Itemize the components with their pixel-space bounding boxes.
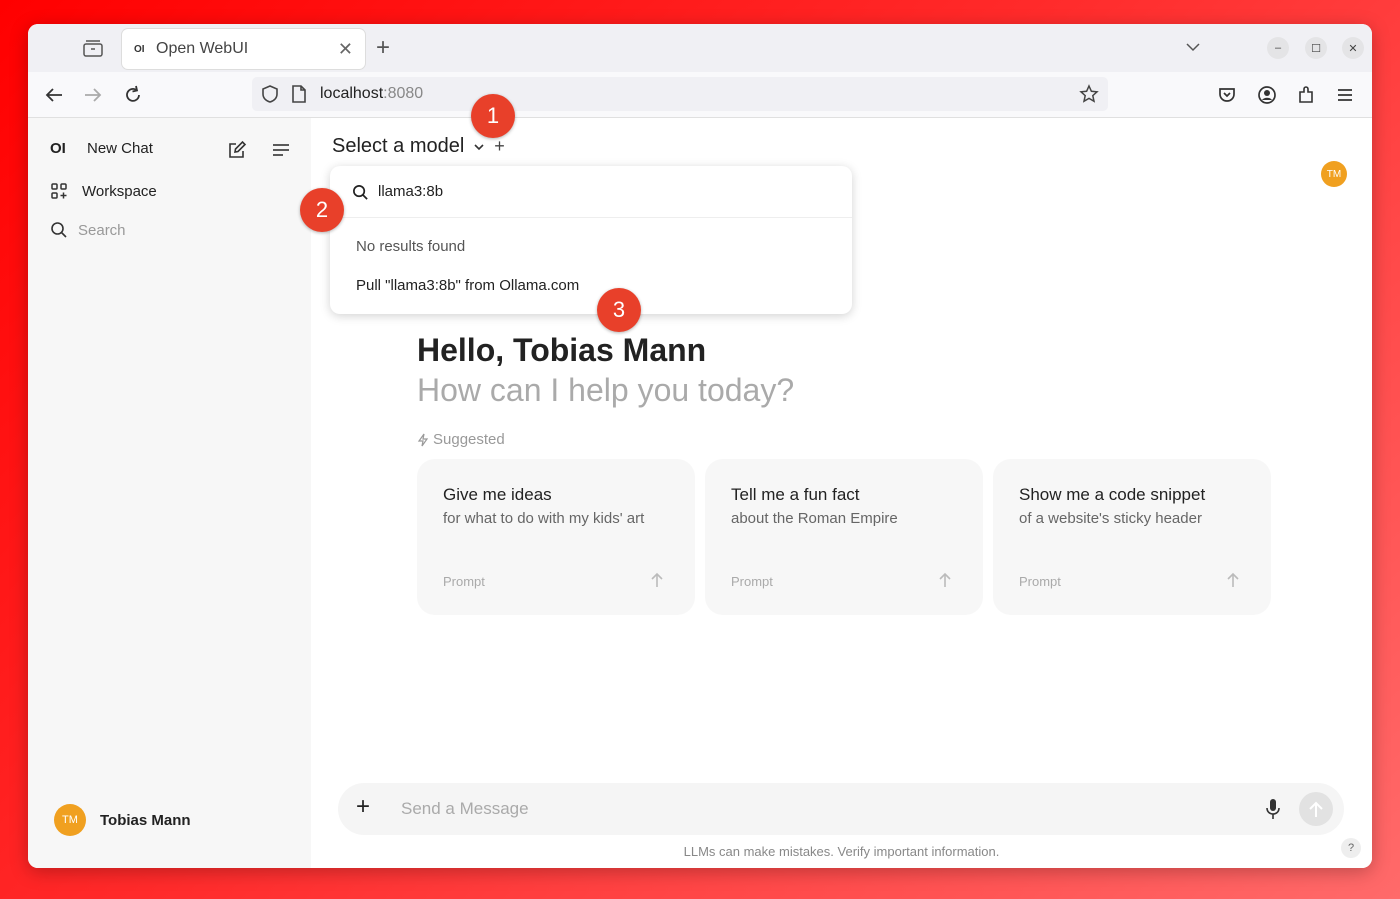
edit-icon[interactable] xyxy=(227,140,247,160)
chevron-down-icon[interactable] xyxy=(472,140,486,154)
card-subtitle: about the Roman Empire xyxy=(731,510,898,527)
suggestion-card[interactable]: Tell me a fun fact about the Roman Empir… xyxy=(705,459,983,615)
greeting-title: Hello, Tobias Mann xyxy=(417,332,707,368)
tab-list-icon[interactable] xyxy=(82,39,104,57)
account-icon[interactable] xyxy=(1256,84,1278,106)
chevron-down-icon[interactable] xyxy=(1184,38,1202,56)
card-subtitle: of a website's sticky header xyxy=(1019,510,1202,527)
message-composer: + Send a Message xyxy=(338,783,1344,835)
card-prompt-label: Prompt xyxy=(731,574,773,589)
tab-favicon-icon: OI xyxy=(134,43,145,55)
callout-badge: 2 xyxy=(300,188,344,232)
sidebar-item-workspace[interactable]: Workspace xyxy=(50,182,157,200)
url-host: localhost xyxy=(320,85,384,102)
extensions-icon[interactable] xyxy=(1295,84,1317,106)
arrow-up-icon xyxy=(1309,801,1323,817)
user-name: Tobias Mann xyxy=(100,811,191,829)
avatar: TM xyxy=(54,804,86,836)
arrow-up-icon xyxy=(1227,572,1239,587)
main-panel: Select a model + TM llama3:8b No results… xyxy=(311,118,1372,868)
no-results-text: No results found xyxy=(356,238,466,255)
sidebar: OI New Chat Workspace Search TM Tobias M… xyxy=(28,118,311,868)
suggested-label: Suggested xyxy=(433,431,505,448)
url-port: :8080 xyxy=(383,85,424,102)
tab-open-webui[interactable]: OI Open WebUI ✕ xyxy=(122,29,365,69)
new-tab-button[interactable]: + xyxy=(376,34,390,62)
close-window-button[interactable]: ✕ xyxy=(1342,37,1364,59)
card-prompt-label: Prompt xyxy=(443,574,485,589)
pull-model-option[interactable]: Pull "llama3:8b" from Ollama.com xyxy=(356,277,579,294)
card-title: Give me ideas xyxy=(443,485,552,504)
card-prompt-label: Prompt xyxy=(1019,574,1061,589)
suggestion-card[interactable]: Give me ideas for what to do with my kid… xyxy=(417,459,695,615)
attach-plus-button[interactable]: + xyxy=(356,795,370,819)
workspace-icon xyxy=(51,183,67,199)
back-arrow-icon[interactable] xyxy=(43,84,65,106)
bookmark-star-icon[interactable] xyxy=(1079,84,1099,104)
search-placeholder: Search xyxy=(78,221,126,239)
minimize-button[interactable]: – xyxy=(1267,37,1289,59)
tab-strip: OI Open WebUI ✕ + – ☐ ✕ xyxy=(28,24,1372,72)
model-dropdown: llama3:8b No results found Pull "llama3:… xyxy=(330,166,852,314)
callout-badge: 3 xyxy=(597,288,641,332)
search-icon xyxy=(51,222,67,238)
arrow-up-icon xyxy=(939,572,951,587)
maximize-button[interactable]: ☐ xyxy=(1305,37,1327,59)
model-select-label: Select a model xyxy=(332,135,465,157)
suggestion-card[interactable]: Show me a code snippet of a website's st… xyxy=(993,459,1271,615)
browser-window: OI Open WebUI ✕ + – ☐ ✕ localhost:8080 O… xyxy=(28,24,1372,868)
suggested-heading: Suggested xyxy=(417,431,505,448)
sidebar-search[interactable]: Search xyxy=(50,221,126,239)
tab-title: Open WebUI xyxy=(156,40,249,57)
url-bar[interactable]: localhost:8080 xyxy=(252,77,1108,111)
logo-icon: OI xyxy=(50,140,66,157)
card-subtitle: for what to do with my kids' art xyxy=(443,510,645,527)
card-title: Tell me a fun fact xyxy=(731,485,860,504)
url-text[interactable]: localhost:8080 xyxy=(320,85,423,103)
card-title: Show me a code snippet xyxy=(1019,485,1206,504)
add-model-button[interactable]: + xyxy=(494,136,505,157)
close-tab-icon[interactable]: ✕ xyxy=(338,39,353,60)
reload-icon[interactable] xyxy=(122,84,144,106)
callout-badge: 1 xyxy=(471,94,515,138)
forward-arrow-icon[interactable] xyxy=(82,84,104,106)
message-input[interactable]: Send a Message xyxy=(401,799,529,819)
sidebar-toggle-icon[interactable] xyxy=(271,140,291,160)
send-button[interactable] xyxy=(1299,792,1333,826)
greeting-subtitle: How can I help you today? xyxy=(417,372,795,408)
microphone-icon[interactable] xyxy=(1265,797,1281,821)
model-selector[interactable]: Select a model + xyxy=(332,135,505,158)
model-search-input[interactable]: llama3:8b xyxy=(378,183,443,200)
model-search-field[interactable]: llama3:8b xyxy=(330,166,852,218)
disclaimer-text: LLMs can make mistakes. Verify important… xyxy=(683,844,1000,859)
hamburger-menu-icon[interactable] xyxy=(1334,84,1356,106)
page-icon[interactable] xyxy=(290,84,308,104)
navigation-bar: localhost:8080 xyxy=(28,72,1372,118)
header-avatar[interactable]: TM xyxy=(1321,161,1347,187)
workspace-label: Workspace xyxy=(82,182,157,200)
user-menu[interactable]: TM Tobias Mann xyxy=(54,804,191,836)
search-icon xyxy=(353,185,368,200)
lightning-icon xyxy=(417,433,429,446)
arrow-up-icon xyxy=(651,572,663,587)
help-button[interactable]: ? xyxy=(1341,838,1361,858)
new-chat-label: New Chat xyxy=(87,140,153,157)
new-chat-button[interactable]: OI New Chat xyxy=(50,140,153,157)
pocket-icon[interactable] xyxy=(1216,84,1238,106)
shield-icon[interactable] xyxy=(260,84,280,104)
